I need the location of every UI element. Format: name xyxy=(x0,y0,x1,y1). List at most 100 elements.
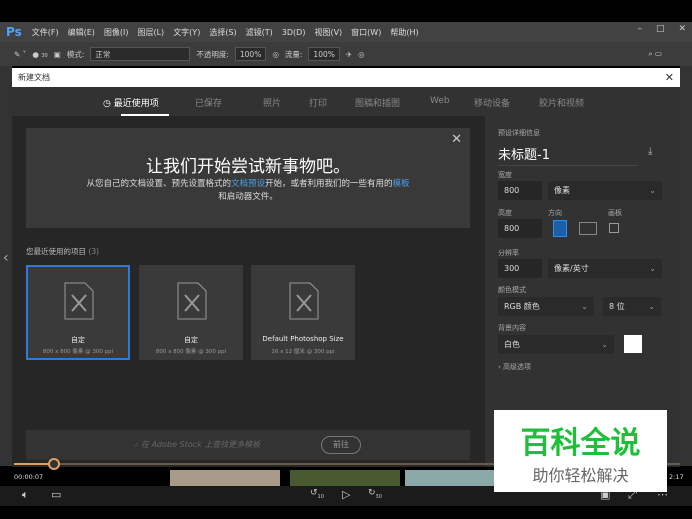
brush-panel-icon[interactable]: ▣ xyxy=(54,50,61,59)
width-label: 宽度 xyxy=(498,171,512,179)
play-icon[interactable]: ▷ xyxy=(342,488,350,501)
color-mode-select[interactable]: RGB 颜色 ⌄ xyxy=(498,297,594,316)
welcome-title: 让我们开始尝试新事物吧。 xyxy=(146,157,350,177)
recent-card[interactable]: 自定 800 x 800 像素 @ 300 ppi xyxy=(139,265,243,360)
preview-thumbnail xyxy=(405,470,495,486)
pressure-opacity-icon[interactable]: ◎ xyxy=(272,50,279,59)
card-name: 自定 xyxy=(184,336,198,344)
templates-link[interactable]: 模板 xyxy=(393,179,410,189)
maximize-icon[interactable]: □ xyxy=(656,24,665,34)
rewind-icon[interactable]: ↺10 xyxy=(310,488,324,500)
artboard-checkbox[interactable] xyxy=(609,223,619,233)
card-name: Default Photoshop Size xyxy=(262,335,344,343)
menu-type[interactable]: 文字(Y) xyxy=(173,27,200,38)
document-icon xyxy=(64,282,94,320)
pressure-size-icon[interactable]: ◎ xyxy=(358,50,365,59)
progress-handle[interactable] xyxy=(47,458,60,470)
resolution-unit-select[interactable]: 像素/英寸 ⌄ xyxy=(548,259,662,278)
tab-photo[interactable]: 照片 xyxy=(263,96,281,109)
preset-header: 预设详细信息 xyxy=(498,129,540,137)
left-panel-edge xyxy=(0,66,12,466)
advanced-options-toggle[interactable]: › 高级选项 xyxy=(498,362,531,372)
background-color-swatch[interactable] xyxy=(624,335,642,353)
stock-search-bar: ⌕ 在 Adobe Stock 上查找更多模板 前往 xyxy=(26,430,470,460)
height-input[interactable]: 800 xyxy=(498,219,542,238)
tab-mobile[interactable]: 移动设备 xyxy=(474,96,510,109)
menu-3d[interactable]: 3D(D) xyxy=(282,28,306,37)
active-tab-indicator xyxy=(121,114,169,116)
tab-print[interactable]: 打印 xyxy=(309,96,327,109)
preset-tabs: ◷ 最近使用项 已保存 照片 打印 图稿和插图 Web 移动设备 胶片和视频 xyxy=(12,87,680,116)
orientation-label: 方向 xyxy=(548,209,562,217)
bit-depth-select[interactable]: 8 位 ⌄ xyxy=(603,297,661,316)
watermark: 百科全说 助你轻松解决 xyxy=(494,410,667,492)
tab-film[interactable]: 胶片和视频 xyxy=(539,96,584,109)
tab-art[interactable]: 图稿和插图 xyxy=(355,96,400,109)
tab-web[interactable]: Web xyxy=(430,96,450,106)
dialog-title-bar: 新建文档 ✕ xyxy=(12,68,680,87)
menu-bar: Ps 文件(F) 编辑(E) 图像(I) 图层(L) 文字(Y) 选择(S) 滤… xyxy=(0,22,692,42)
flow-input[interactable]: 100% xyxy=(308,47,340,61)
flow-label: 流量: xyxy=(284,49,303,59)
close-window-icon[interactable]: ✕ xyxy=(678,24,686,34)
portrait-icon[interactable] xyxy=(553,220,567,237)
end-time: 2:17 xyxy=(669,473,684,481)
mode-select[interactable]: 正常 xyxy=(90,47,191,61)
opacity-input[interactable]: 100% xyxy=(234,47,267,61)
chevron-left-icon[interactable]: ‹ xyxy=(3,250,9,266)
subtitles-icon[interactable]: ▭ xyxy=(51,488,61,501)
artboard-label: 画板 xyxy=(608,209,622,217)
minimize-icon[interactable]: – xyxy=(637,24,642,34)
watermark-title: 百科全说 xyxy=(520,426,641,461)
card-size: 16 x 12 厘米 @ 300 ppi xyxy=(271,349,335,355)
window-controls: – □ ✕ xyxy=(637,24,686,34)
close-dialog-icon[interactable]: ✕ xyxy=(665,71,674,84)
photoshop-logo: Ps xyxy=(6,25,22,39)
menu-window[interactable]: 窗口(W) xyxy=(351,27,381,38)
recent-card[interactable]: 自定 800 x 800 像素 @ 300 ppi xyxy=(26,265,130,360)
document-name-input[interactable]: 未标题-1 xyxy=(498,144,638,166)
width-input[interactable]: 800 xyxy=(498,181,542,200)
stock-search-input[interactable]: ⌕ 在 Adobe Stock 上查找更多模板 xyxy=(134,439,260,450)
resolution-input[interactable]: 300 xyxy=(498,259,542,278)
recent-label: 您最近使用的项目 (3) xyxy=(26,247,100,256)
airbrush-icon[interactable]: ✈ xyxy=(346,50,352,59)
background-select[interactable]: 白色 ⌄ xyxy=(498,335,614,354)
document-presets-link[interactable]: 文档预设 xyxy=(231,179,265,189)
document-icon xyxy=(289,282,319,320)
search-icon[interactable]: ⌕ ▭ xyxy=(648,49,662,59)
tab-recent[interactable]: ◷ 最近使用项 xyxy=(103,96,159,109)
menu-filter[interactable]: 滤镜(T) xyxy=(246,27,273,38)
card-name: 自定 xyxy=(71,336,85,344)
close-banner-icon[interactable]: ✕ xyxy=(451,132,462,147)
menu-select[interactable]: 选择(S) xyxy=(209,27,236,38)
menu-view[interactable]: 视图(V) xyxy=(314,27,342,38)
card-size: 800 x 800 像素 @ 300 ppi xyxy=(155,349,227,355)
right-panel-edge xyxy=(680,66,692,466)
brush-preset-picker[interactable]: ● 30 xyxy=(32,50,47,59)
resolution-label: 分辨率 xyxy=(498,249,519,257)
save-preset-icon[interactable]: ⤓ xyxy=(648,146,652,157)
mode-label: 模式: xyxy=(66,49,85,59)
menu-help[interactable]: 帮助(H) xyxy=(390,27,418,38)
volume-icon[interactable]: 🔈︎ xyxy=(22,488,29,502)
preview-thumbnail xyxy=(170,470,280,486)
menu-edit[interactable]: 编辑(E) xyxy=(68,27,95,38)
preview-thumbnail xyxy=(290,470,400,486)
menu-image[interactable]: 图像(I) xyxy=(104,27,129,38)
width-unit-select[interactable]: 像素 ⌄ xyxy=(548,181,662,200)
brush-tool-icon[interactable]: ✎ ˅ xyxy=(14,50,26,59)
welcome-banner: 让我们开始尝试新事物吧。 从您自己的文档设置、预先设置格式的文档预设开始，或者利… xyxy=(26,128,470,228)
menu-layer[interactable]: 图层(L) xyxy=(137,27,164,38)
menu-file[interactable]: 文件(F) xyxy=(32,27,59,38)
recent-card[interactable]: Default Photoshop Size 16 x 12 厘米 @ 300 … xyxy=(251,265,355,360)
background-label: 背景内容 xyxy=(498,324,526,332)
dialog-title: 新建文档 xyxy=(18,73,50,82)
tab-saved[interactable]: 已保存 xyxy=(195,96,222,109)
landscape-icon[interactable] xyxy=(579,222,597,235)
go-button[interactable]: 前往 xyxy=(321,436,361,454)
forward-icon[interactable]: ↻30 xyxy=(368,488,382,500)
options-bar: ✎ ˅ ● 30 ▣ 模式: 正常 不透明度: 100% ◎ 流量: 100% … xyxy=(0,42,692,66)
current-time: 00:00:07 xyxy=(14,473,44,481)
opacity-label: 不透明度: xyxy=(196,49,229,59)
